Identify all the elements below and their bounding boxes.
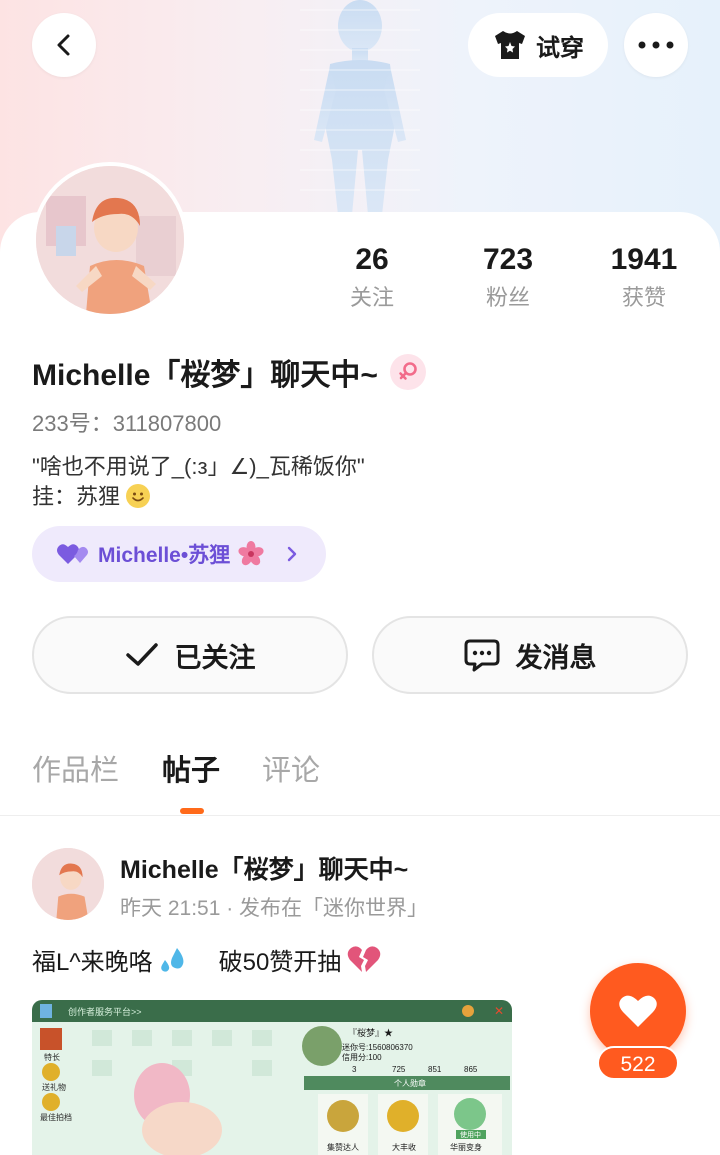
like-count: 522 bbox=[597, 1046, 679, 1080]
send-message-label: 发消息 bbox=[515, 642, 597, 673]
svg-text:使用中: 使用中 bbox=[460, 1130, 481, 1139]
stat-followers[interactable]: 723 粉丝 bbox=[448, 240, 568, 316]
platform-icon bbox=[40, 1004, 52, 1018]
post-meta: 昨天 21:51 · 发布在「迷你世界」 bbox=[120, 897, 429, 920]
sweat-drops-icon bbox=[160, 947, 184, 972]
tab-comments[interactable]: 评论 bbox=[262, 748, 320, 794]
stat-following[interactable]: 26 关注 bbox=[312, 240, 432, 316]
svg-text:信用分:100: 信用分:100 bbox=[342, 1052, 382, 1062]
image-topbar-text: 创作者服务平台>> bbox=[68, 1006, 142, 1017]
post-author-avatar[interactable] bbox=[32, 848, 104, 920]
send-message-button[interactable]: 发消息 bbox=[372, 616, 688, 694]
checkmark-icon bbox=[125, 643, 158, 666]
couple-tag-label: Michelle•苏狸 bbox=[98, 544, 231, 567]
stat-label: 粉丝 bbox=[485, 285, 530, 310]
medal-transform bbox=[454, 1098, 486, 1130]
player-avatar bbox=[302, 1026, 342, 1066]
svg-text:集赞达人: 集赞达人 bbox=[327, 1142, 359, 1152]
svg-text:大丰收: 大丰收 bbox=[392, 1142, 416, 1152]
profile-username: Michelle「桜梦」聊天中~ bbox=[32, 350, 426, 394]
svg-text:华丽变身: 华丽变身 bbox=[450, 1142, 482, 1152]
post-image[interactable]: 创作者服务平台>> ✕ 特长 送礼物 最佳拍档 『桜梦』★ 迷你号:156080… bbox=[32, 1000, 512, 1155]
chevron-right-icon bbox=[288, 546, 297, 562]
stat-label: 关注 bbox=[349, 285, 394, 310]
active-tab-indicator bbox=[180, 808, 204, 814]
couple-tag-pill[interactable]: Michelle•苏狸 bbox=[32, 526, 326, 582]
username-text: Michelle「桜梦」聊天中~ bbox=[32, 359, 378, 392]
stat-likes[interactable]: 1941 获赞 bbox=[584, 240, 704, 316]
svg-text:最佳拍档: 最佳拍档 bbox=[40, 1112, 72, 1122]
smile-emoji-icon bbox=[126, 484, 151, 508]
svg-text:送礼物: 送礼物 bbox=[42, 1082, 66, 1092]
sakura-flower-icon bbox=[238, 541, 264, 566]
back-button[interactable] bbox=[32, 13, 96, 77]
gear-icon bbox=[462, 1005, 474, 1017]
followed-button[interactable]: 已关注 bbox=[32, 616, 348, 694]
followed-label: 已关注 bbox=[174, 642, 256, 673]
bio-line: "啥也不用说了_(:з」∠)_瓦稀饭你" bbox=[32, 454, 365, 479]
content-tabs: 作品栏 帖子 评论 bbox=[0, 748, 720, 816]
medal-collector bbox=[327, 1100, 359, 1132]
post-text-part-2: 破50赞开抽 bbox=[218, 949, 342, 976]
svg-text:3: 3 bbox=[352, 1065, 357, 1074]
stat-label: 获赞 bbox=[621, 285, 666, 310]
medal-harvest bbox=[387, 1100, 419, 1132]
post-author-name[interactable]: Michelle「桜梦」聊天中~ bbox=[120, 850, 408, 886]
side-icon-gift bbox=[42, 1063, 60, 1081]
broken-heart-icon bbox=[348, 945, 381, 972]
svg-text:851: 851 bbox=[428, 1065, 442, 1074]
heart-icon bbox=[619, 995, 657, 1027]
profile-stats: 26 关注 723 粉丝 1941 获赞 bbox=[0, 240, 720, 320]
user-id: 233号：311807800 bbox=[32, 411, 222, 436]
svg-text:迷你号:1560806370: 迷你号:1560806370 bbox=[342, 1042, 413, 1052]
female-gender-icon bbox=[389, 354, 426, 390]
svg-text:725: 725 bbox=[392, 1065, 406, 1074]
chat-bubble-icon bbox=[464, 639, 499, 672]
stat-value: 723 bbox=[482, 243, 534, 276]
double-heart-icon bbox=[57, 544, 88, 564]
side-icon-specialty bbox=[40, 1028, 62, 1050]
side-icon-partner bbox=[42, 1093, 60, 1111]
svg-text:特长: 特长 bbox=[44, 1052, 60, 1062]
bio-line-text: 挂：苏狸 bbox=[32, 484, 121, 509]
more-options-button[interactable] bbox=[624, 13, 688, 77]
svg-text:个人勋章: 个人勋章 bbox=[394, 1078, 426, 1088]
tab-posts[interactable]: 帖子 bbox=[162, 748, 220, 794]
stat-value: 1941 bbox=[610, 243, 678, 276]
svg-text:『桜梦』★: 『桜梦』★ bbox=[348, 1027, 393, 1038]
chevron-left-icon bbox=[57, 34, 70, 56]
try-on-button[interactable]: 试穿 bbox=[468, 13, 608, 77]
stat-value: 26 bbox=[355, 243, 389, 276]
post-text[interactable]: 福L^来晚咯 破50赞开抽 bbox=[32, 942, 381, 977]
bio-line-2: 挂：苏狸 bbox=[32, 482, 365, 512]
profile-bio: "啥也不用说了_(:з」∠)_瓦稀饭你" 挂：苏狸 bbox=[32, 452, 365, 512]
try-on-label: 试穿 bbox=[536, 34, 584, 62]
svg-text:865: 865 bbox=[464, 1065, 478, 1074]
like-button[interactable] bbox=[590, 963, 686, 1059]
more-dots-icon bbox=[638, 41, 674, 49]
close-icon: ✕ bbox=[494, 1004, 504, 1018]
tshirt-icon bbox=[495, 31, 525, 59]
dress-up-avatar-figure[interactable] bbox=[300, 0, 420, 215]
post-text-part: 福L^来晚咯 bbox=[32, 949, 153, 976]
tab-works[interactable]: 作品栏 bbox=[32, 748, 119, 794]
